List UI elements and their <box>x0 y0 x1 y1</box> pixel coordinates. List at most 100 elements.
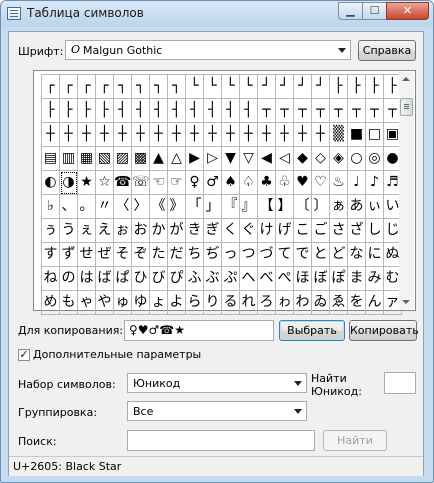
char-cell[interactable]: ♠ <box>222 171 240 195</box>
char-cell[interactable]: 《 <box>150 195 168 219</box>
char-cell[interactable]: ┬ <box>330 99 348 123</box>
char-cell[interactable]: へ <box>240 267 258 291</box>
char-cell[interactable]: ┬ <box>348 99 366 123</box>
char-cell[interactable]: か <box>150 219 168 243</box>
copy-field[interactable]: ♀♥♂☎★ <box>124 320 274 341</box>
char-cell[interactable]: ▧ <box>96 147 114 171</box>
char-cell[interactable]: ☞ <box>168 171 186 195</box>
char-cell[interactable]: 「 <box>186 195 204 219</box>
char-cell[interactable]: └ <box>204 75 222 99</box>
char-cell[interactable]: ♪ <box>366 171 384 195</box>
char-cell[interactable]: ┼ <box>96 123 114 147</box>
char-cell[interactable]: ぱ <box>114 267 132 291</box>
char-cell[interactable]: ご <box>312 219 330 243</box>
char-cell[interactable]: 『 <box>222 195 240 219</box>
char-cell[interactable]: ├ <box>96 99 114 123</box>
char-cell[interactable]: ぜ <box>96 243 114 267</box>
char-cell[interactable]: ┼ <box>114 123 132 147</box>
char-cell[interactable]: ま <box>348 267 366 291</box>
char-cell[interactable]: ★ <box>78 171 96 195</box>
scroll-up-icon[interactable] <box>402 77 410 81</box>
char-cell[interactable]: ぅ <box>42 219 60 243</box>
char-cell[interactable]: ◁ <box>276 147 294 171</box>
char-cell[interactable]: ┼ <box>132 123 150 147</box>
char-cell[interactable]: う <box>60 219 78 243</box>
close-button[interactable]: ✕ <box>386 2 429 20</box>
char-cell[interactable]: は <box>78 267 96 291</box>
char-cell[interactable]: ゐ <box>312 291 330 315</box>
char-cell[interactable]: 。 <box>78 195 96 219</box>
char-cell[interactable]: ├ <box>60 99 78 123</box>
char-cell[interactable]: ば <box>96 267 114 291</box>
char-cell[interactable]: ├ <box>78 99 96 123</box>
char-cell[interactable]: ☎ <box>114 171 132 195</box>
char-cell[interactable]: ら <box>186 291 204 315</box>
char-cell[interactable]: て <box>276 243 294 267</box>
char-cell[interactable]: ┘ <box>276 75 294 99</box>
char-cell[interactable]: 》 <box>168 195 186 219</box>
char-cell[interactable]: ┐ <box>132 75 150 99</box>
char-cell[interactable]: せ <box>78 243 96 267</box>
char-cell[interactable]: ┤ <box>222 99 240 123</box>
char-cell[interactable]: で <box>294 243 312 267</box>
char-cell[interactable]: ○ <box>348 147 366 171</box>
char-cell[interactable]: ◈ <box>330 147 348 171</box>
char-cell[interactable]: だ <box>168 243 186 267</box>
char-cell[interactable]: 〃 <box>96 195 114 219</box>
char-cell[interactable]: ┤ <box>186 99 204 123</box>
char-cell[interactable]: ├ <box>330 75 348 99</box>
char-cell[interactable]: ┼ <box>258 123 276 147</box>
char-cell[interactable]: ず <box>60 243 78 267</box>
char-cell[interactable]: ぽ <box>330 267 348 291</box>
char-cell[interactable]: 」 <box>204 195 222 219</box>
char-cell[interactable]: ♣ <box>258 171 276 195</box>
char-cell[interactable]: ぐ <box>240 219 258 243</box>
char-cell[interactable]: た <box>150 243 168 267</box>
char-cell[interactable]: ┘ <box>294 75 312 99</box>
char-cell[interactable]: さ <box>330 219 348 243</box>
char-cell[interactable]: ▒ <box>330 123 348 147</box>
char-cell[interactable]: ぴ <box>168 267 186 291</box>
char-cell[interactable]: け <box>258 219 276 243</box>
char-cell[interactable]: ┘ <box>312 75 330 99</box>
char-cell[interactable]: ┤ <box>150 99 168 123</box>
char-cell[interactable]: ね <box>42 267 60 291</box>
char-cell[interactable]: 、 <box>60 195 78 219</box>
char-cell[interactable]: ┬ <box>276 99 294 123</box>
char-cell[interactable]: ┼ <box>60 123 78 147</box>
char-cell[interactable]: ひ <box>132 267 150 291</box>
char-cell[interactable]: そ <box>114 243 132 267</box>
char-cell[interactable]: ▲ <box>150 147 168 171</box>
char-cell[interactable]: み <box>366 267 384 291</box>
char-cell[interactable]: ┼ <box>42 123 60 147</box>
minimize-button[interactable]: ▁ <box>338 2 363 20</box>
char-cell[interactable]: └ <box>240 75 258 99</box>
char-cell[interactable]: ▨ <box>114 147 132 171</box>
char-cell[interactable]: ど <box>330 243 348 267</box>
char-cell[interactable]: ┌ <box>60 75 78 99</box>
scroll-thumb[interactable] <box>400 98 413 116</box>
char-cell[interactable]: す <box>42 243 60 267</box>
copy-button[interactable]: Копировать <box>349 320 419 341</box>
char-cell[interactable]: ┼ <box>312 123 330 147</box>
char-cell[interactable]: ♀ <box>186 171 204 195</box>
char-cell[interactable]: ┼ <box>150 123 168 147</box>
char-cell[interactable]: ┤ <box>240 99 258 123</box>
char-cell[interactable]: ♤ <box>240 171 258 195</box>
char-cell[interactable]: ぼ <box>312 267 330 291</box>
char-cell[interactable]: ┼ <box>240 123 258 147</box>
char-cell[interactable]: ◑ <box>60 171 78 195</box>
char-cell[interactable]: ♩ <box>348 171 366 195</box>
char-cell[interactable]: ■ <box>348 123 366 147</box>
char-cell[interactable]: ▽ <box>240 147 258 171</box>
char-cell[interactable]: ┌ <box>78 75 96 99</box>
char-cell[interactable]: ぢ <box>204 243 222 267</box>
char-cell[interactable]: る <box>222 291 240 315</box>
char-cell[interactable]: ゆ <box>132 291 150 315</box>
char-cell[interactable]: ┼ <box>168 123 186 147</box>
char-cell[interactable]: よ <box>168 291 186 315</box>
char-cell[interactable]: ▦ <box>78 147 96 171</box>
char-cell[interactable]: き <box>186 219 204 243</box>
char-cell[interactable]: ┐ <box>150 75 168 99</box>
char-cell[interactable]: や <box>96 291 114 315</box>
